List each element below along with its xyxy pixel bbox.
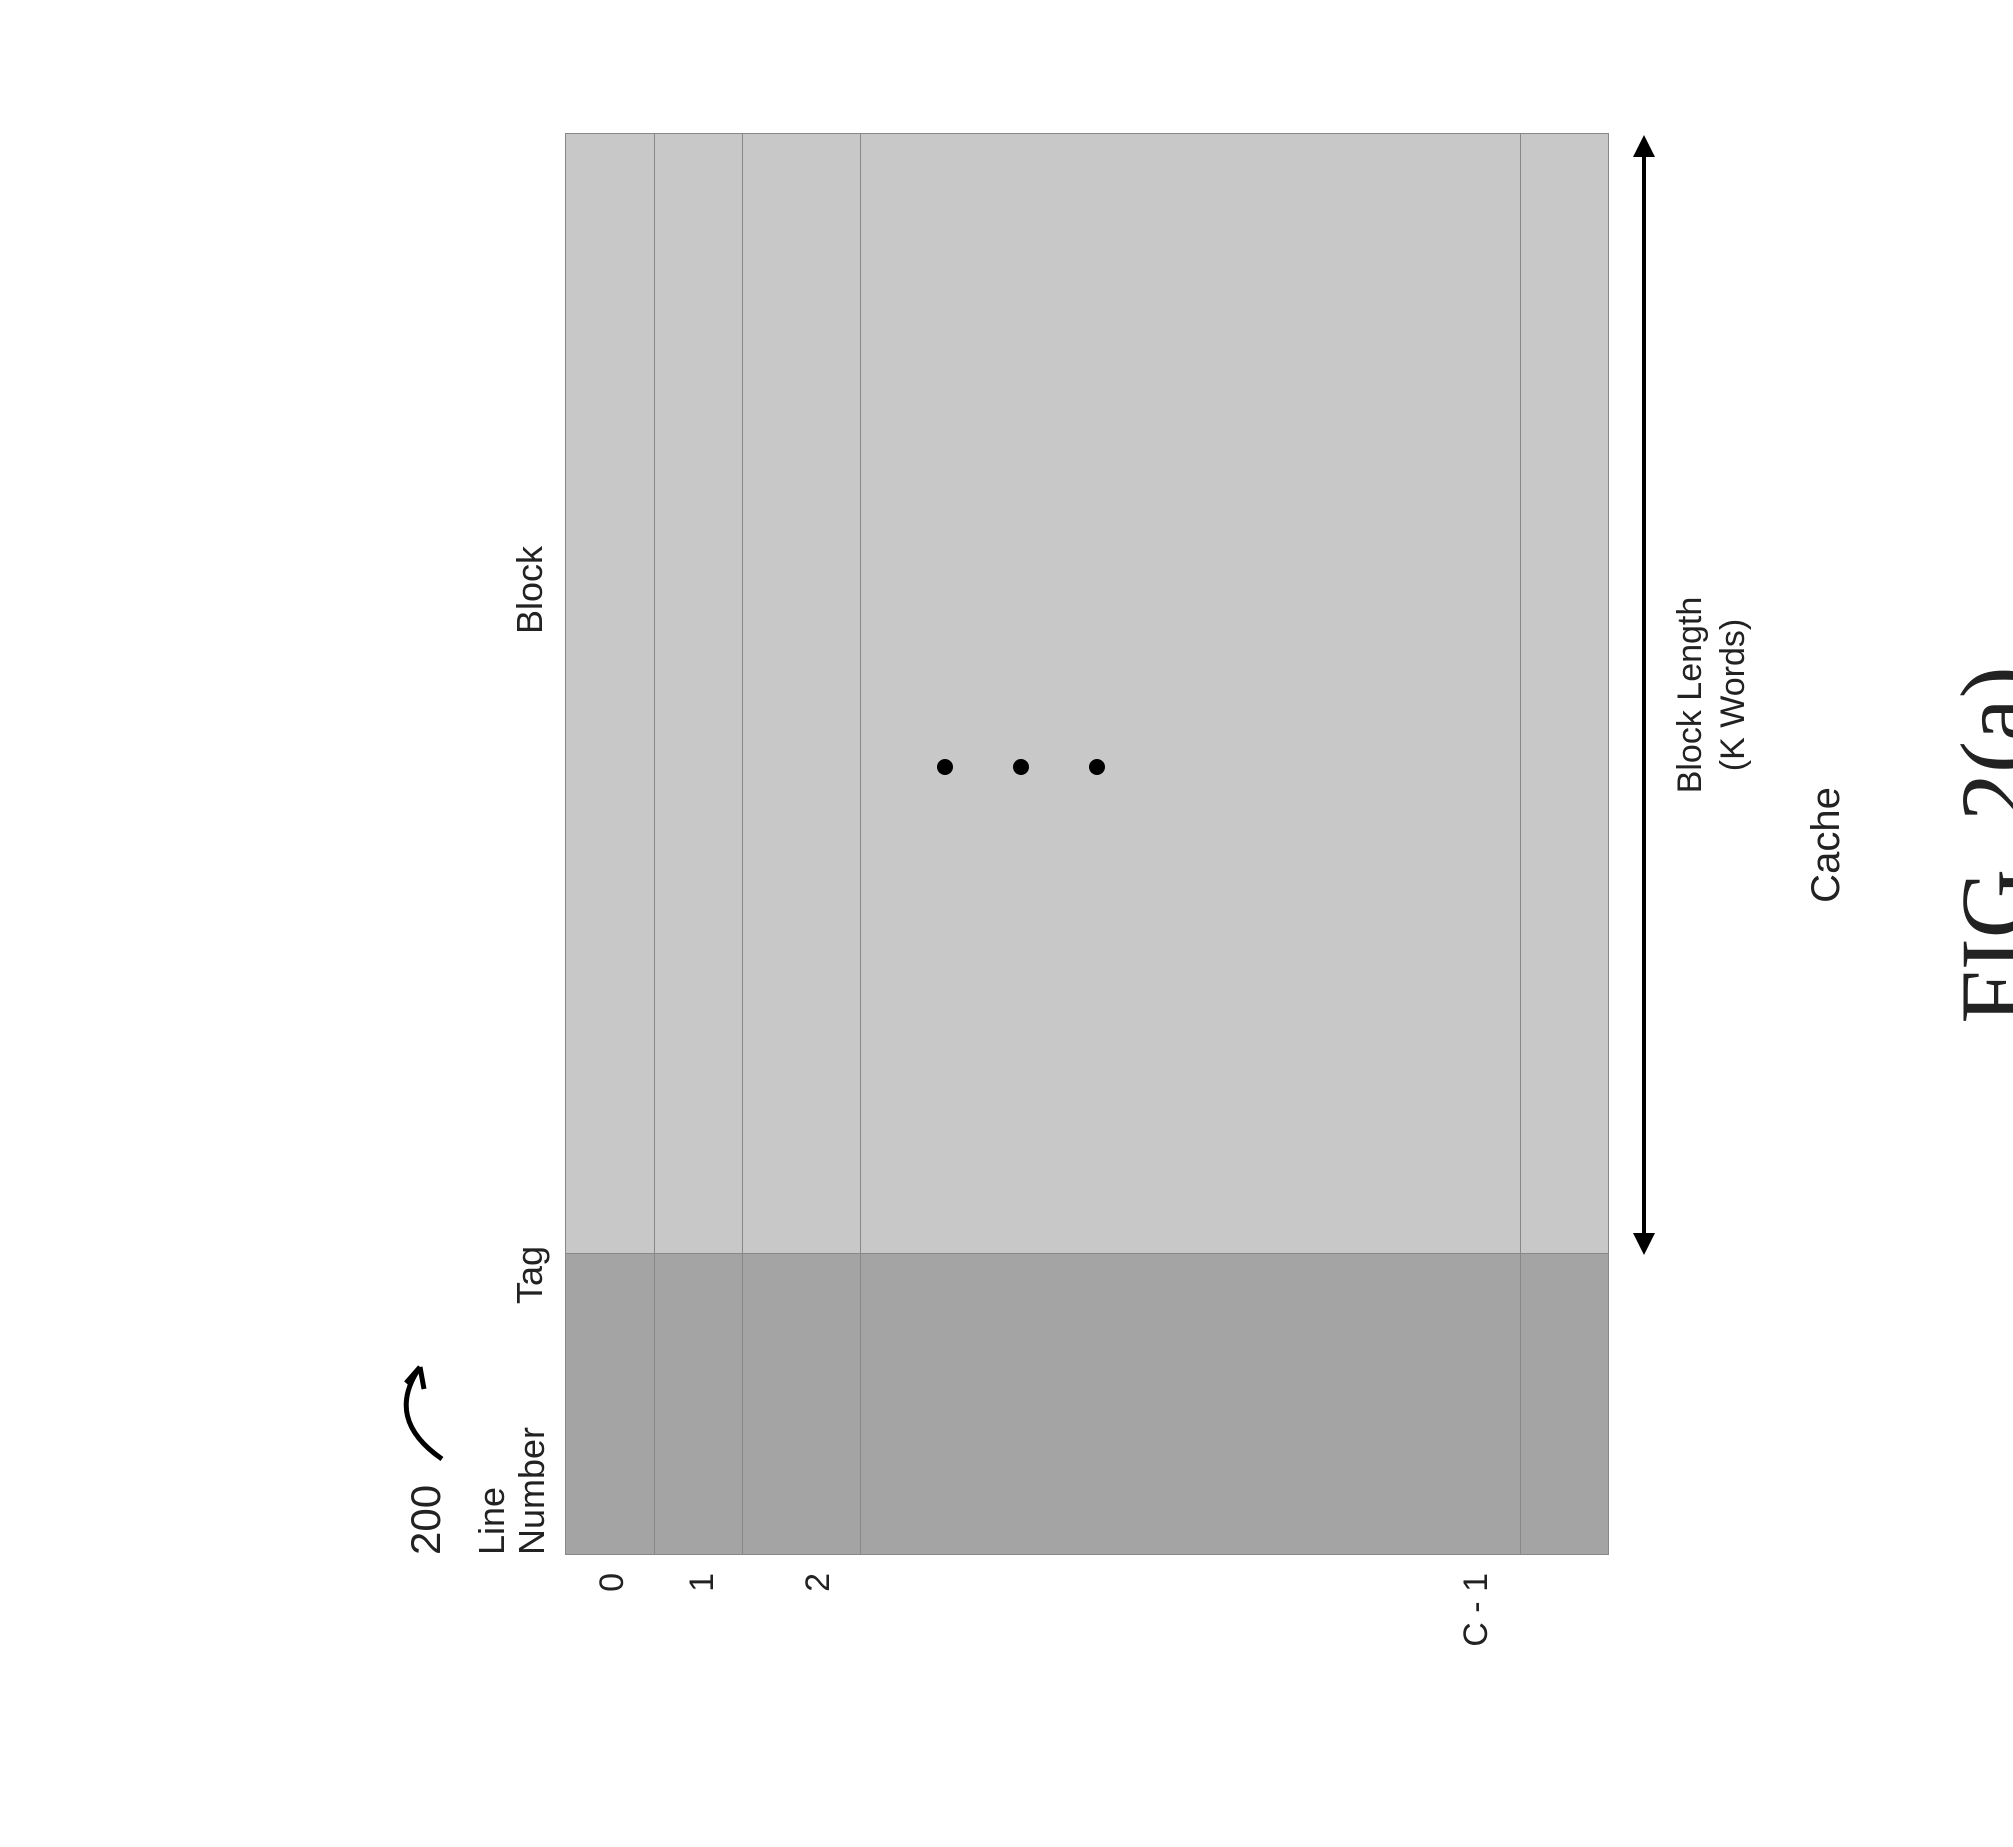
- reference-arrow-icon: [390, 1357, 450, 1467]
- tag-cell: [1520, 1254, 1608, 1554]
- header-tag: Tag: [509, 1125, 551, 1425]
- block-length-label-1: Block Length: [1669, 135, 1712, 1255]
- ellipsis-dots-icon: [937, 759, 1105, 775]
- block-length-label-row: Block Length (K Words): [1669, 135, 1754, 1555]
- row-label-2: 2: [799, 1573, 838, 1693]
- header-line-number: Line Number: [472, 1425, 551, 1555]
- cache-table: [565, 133, 1609, 1555]
- block-length-label-2: (K Words): [1712, 135, 1755, 1255]
- figure-caption: FIG. 2(a): [1939, 135, 2013, 1555]
- row-label-0: 0: [593, 1573, 632, 1693]
- reference-row: 200: [390, 55, 450, 1555]
- table-wrap: 0 1 2 C - 1: [565, 55, 1609, 1555]
- block-cell: [566, 134, 654, 1253]
- reference-number: 200: [402, 1485, 450, 1555]
- row-label-1: 1: [683, 1573, 722, 1693]
- block-cell: [1520, 134, 1608, 1253]
- dot-icon: [937, 759, 953, 775]
- row-label-last: C - 1: [1457, 1573, 1496, 1693]
- page: 200 Line Number Tag Block 0 1 2 C - 1: [0, 0, 2013, 1847]
- cache-label: Cache: [1804, 135, 1849, 1555]
- block-cell: [742, 134, 860, 1253]
- header-block: Block: [509, 55, 551, 1125]
- tag-cell: [654, 1254, 742, 1554]
- block-cell: [860, 134, 1520, 1253]
- double-arrow-icon: [1627, 135, 1661, 1255]
- block-length-arrow-row: [1627, 135, 1661, 1555]
- tag-cell: [860, 1254, 1520, 1554]
- cache-diagram: 200 Line Number Tag Block 0 1 2 C - 1: [390, 55, 2013, 1555]
- dot-icon: [1089, 759, 1105, 775]
- tag-cell: [742, 1254, 860, 1554]
- block-column: [566, 134, 1608, 1253]
- tag-cell: [566, 1254, 654, 1554]
- block-cell: [654, 134, 742, 1253]
- dot-icon: [1013, 759, 1029, 775]
- tag-column: [566, 1253, 1608, 1554]
- header-row: Line Number Tag Block: [472, 55, 551, 1555]
